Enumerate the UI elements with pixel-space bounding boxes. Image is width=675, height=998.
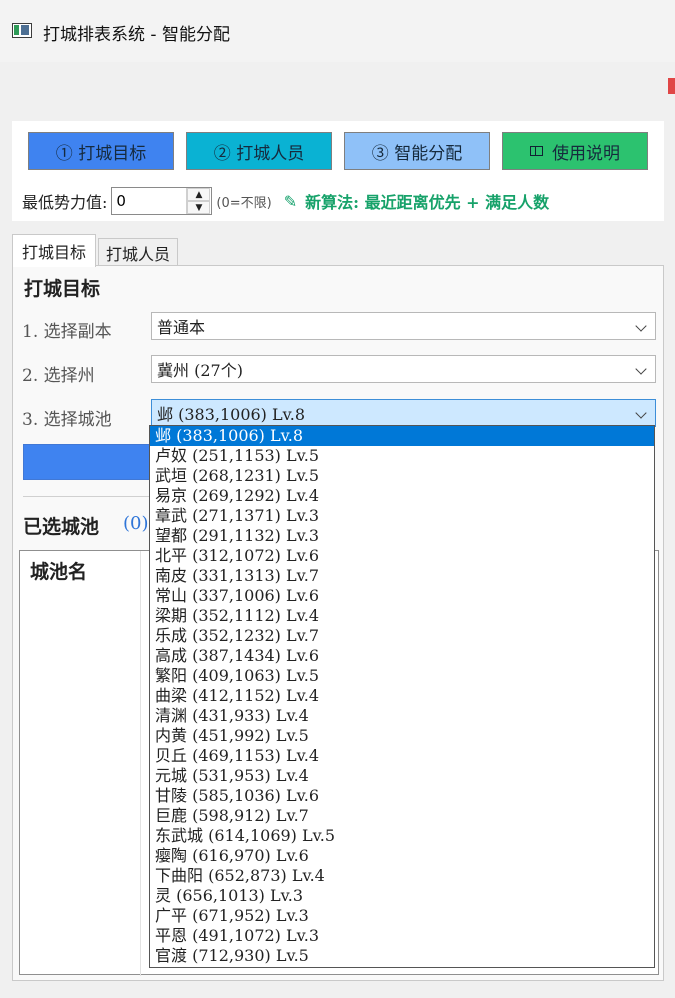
tab-targets[interactable]: 打城目标 [12,234,96,267]
city-option[interactable]: 南皮 (331,1313) Lv.7 [150,566,654,586]
book-icon [530,146,543,156]
min-power-input[interactable] [112,188,187,214]
city-option[interactable]: 官渡 (712,930) Lv.5 [150,946,654,966]
step-province-label: 2. 选择州 [22,366,95,386]
city-option[interactable]: 繁阳 (409,1063) Lv.5 [150,666,654,686]
city-option[interactable]: 下曲阳 (652,873) Lv.4 [150,866,654,886]
stepper-buttons: ▲ ▼ [186,188,211,214]
chevron-down-icon [635,320,647,332]
step-dungeon-label: 1. 选择副本 [22,322,112,342]
personnel-button[interactable]: ② 打城人员 [186,132,332,170]
add-city-button[interactable] [23,444,153,480]
decrement-arrow-icon[interactable]: ▼ [187,201,211,214]
city-option[interactable]: 曲梁 (412,1152) Lv.4 [150,686,654,706]
algorithm-note: 新算法: 最近距离优先 + 满足人数 [305,193,550,212]
city-option[interactable]: 邺 (383,1006) Lv.8 [150,426,654,446]
dungeon-select[interactable]: 普通本 [151,312,656,340]
city-option[interactable]: 平恩 (491,1072) Lv.3 [150,926,654,946]
city-option[interactable]: 常山 (337,1006) Lv.6 [150,586,654,606]
min-power-hint: (0=不限) [216,195,272,211]
step-city-label: 3. 选择城池 [22,410,112,430]
column-header-city-name[interactable]: 城池名 [30,557,87,584]
edge-marker [668,78,675,94]
city-option[interactable]: 梁期 (352,1112) Lv.4 [150,606,654,626]
divider [23,496,153,497]
city-dropdown-list[interactable]: 邺 (383,1006) Lv.8 卢奴 (251,1153) Lv.5 武垣 (2… [149,425,655,968]
smart-assign-button-label: ③ 智能分配 [371,143,463,164]
selected-cities-title: 已选城池 [23,516,100,538]
min-power-stepper[interactable]: ▲ ▼ [111,187,213,215]
min-power-label: 最低势力值: [22,193,108,212]
increment-arrow-icon[interactable]: ▲ [187,188,211,201]
chevron-down-icon [635,407,647,419]
window-title: 打城排表系统 - 智能分配 [43,25,230,45]
targets-button[interactable]: ① 打城目标 [28,132,174,170]
dungeon-select-value: 普通本 [157,318,206,337]
province-select[interactable]: 冀州 (27个) [151,355,656,383]
city-option[interactable]: 瘿陶 (616,970) Lv.6 [150,846,654,866]
city-option[interactable]: 乐成 (352,1232) Lv.7 [150,626,654,646]
tab-personnel[interactable]: 打城人员 [98,238,178,266]
targets-button-label: ① 打城目标 [55,143,147,164]
city-option[interactable]: 内黄 (451,992) Lv.5 [150,726,654,746]
min-power-row: 最低势力值: ▲ ▼ (0=不限) ✎ 新算法: 最近距离优先 + 满足人数 [22,186,549,216]
city-option[interactable]: 北平 (312,1072) Lv.6 [150,546,654,566]
city-option[interactable]: 甘陵 (585,1036) Lv.6 [150,786,654,806]
toolbar: ① 打城目标 ② 打城人员 ③ 智能分配 使用说明 最低势力值: ▲ ▼ (0=… [12,121,664,221]
city-option[interactable]: 易京 (269,1292) Lv.4 [150,486,654,506]
city-option[interactable]: 章武 (271,1371) Lv.3 [150,506,654,526]
help-button[interactable]: 使用说明 [502,132,648,170]
column-separator [140,551,141,976]
city-select-value: 邺 (383,1006) Lv.8 [157,405,306,424]
app-icon [12,23,32,38]
pin-icon: ✎ [283,191,298,211]
city-select[interactable]: 邺 (383,1006) Lv.8 [151,399,656,427]
city-option[interactable]: 广平 (671,952) Lv.3 [150,906,654,926]
title-bar: 打城排表系统 - 智能分配 [0,0,675,62]
personnel-button-label: ② 打城人员 [213,143,305,164]
city-option[interactable]: 灵 (656,1013) Lv.3 [150,886,654,906]
city-option[interactable]: 清渊 (431,933) Lv.4 [150,706,654,726]
city-option[interactable]: 卢奴 (251,1153) Lv.5 [150,446,654,466]
city-option[interactable]: 东武城 (614,1069) Lv.5 [150,826,654,846]
smart-assign-button[interactable]: ③ 智能分配 [344,132,490,170]
city-option[interactable]: 高成 (387,1434) Lv.6 [150,646,654,666]
city-option[interactable]: 武垣 (268,1231) Lv.5 [150,466,654,486]
province-select-value: 冀州 (27个) [157,361,243,380]
selected-cities-count: (0) [123,513,149,534]
city-option[interactable]: 望都 (291,1132) Lv.3 [150,526,654,546]
help-button-label: 使用说明 [552,143,620,164]
city-option[interactable]: 贝丘 (469,1153) Lv.4 [150,746,654,766]
city-option[interactable]: 巨鹿 (598,912) Lv.7 [150,806,654,826]
city-option[interactable]: 元城 (531,953) Lv.4 [150,766,654,786]
chevron-down-icon [635,363,647,375]
section-title: 打城目标 [24,278,101,300]
